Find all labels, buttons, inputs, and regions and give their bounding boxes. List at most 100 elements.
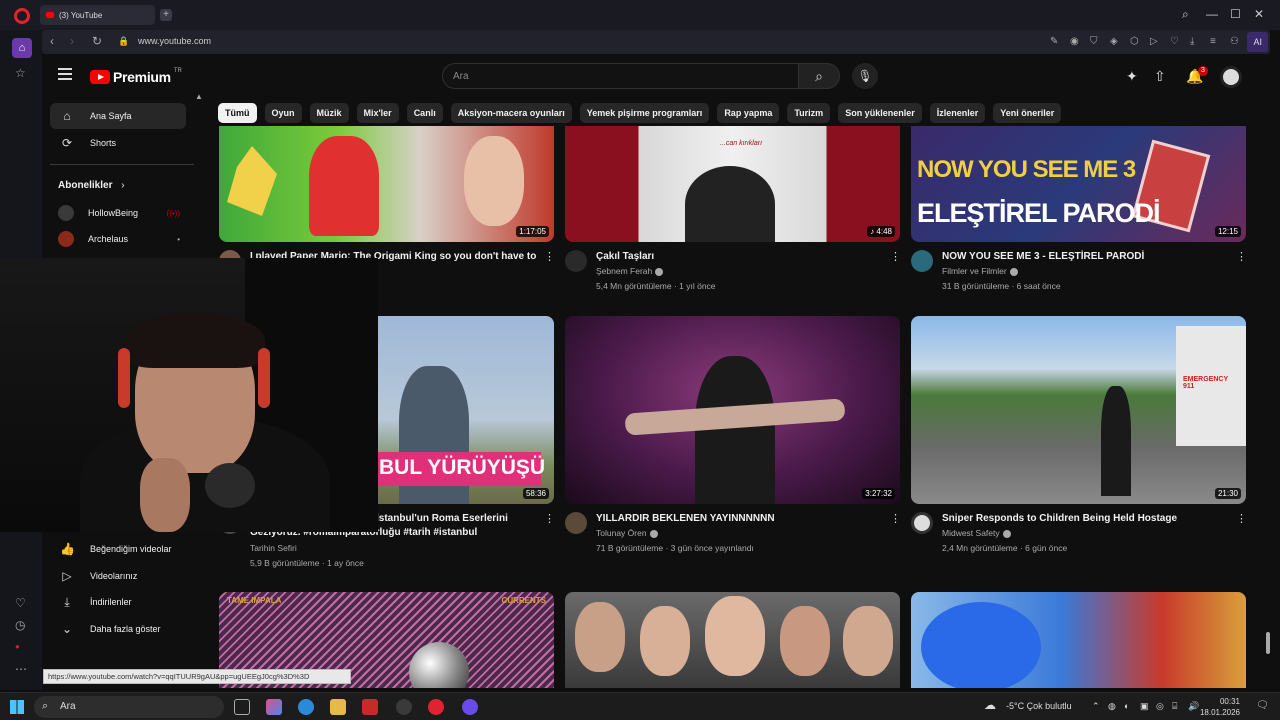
sidebar-scroll-up-icon[interactable]: ▲ — [195, 92, 203, 101]
star-icon[interactable]: ☆ — [15, 66, 26, 80]
video-thumbnail[interactable]: NOW YOU SEE ME 3 ELEŞTİREL PARODİ 12:15 — [911, 126, 1246, 242]
file-explorer-icon[interactable] — [330, 699, 346, 715]
sidebar-item-shorts[interactable]: ⟳ Shorts — [50, 130, 186, 156]
network-icon[interactable]: ⌸ — [1172, 701, 1177, 712]
record-icon[interactable]: ● — [15, 642, 20, 651]
discord-icon[interactable] — [462, 699, 478, 715]
task-view-icon[interactable] — [234, 699, 250, 715]
app-icon[interactable] — [396, 699, 412, 715]
chip[interactable]: Yemek pişirme programları — [579, 103, 710, 123]
channel-avatar[interactable] — [565, 512, 587, 534]
upload-icon[interactable]: ⇧ — [1154, 68, 1166, 85]
tray-app-icon[interactable]: ◐ — [1124, 701, 1129, 711]
chip-all[interactable]: Tümü — [218, 103, 257, 123]
weather-icon[interactable]: ☁ — [984, 698, 996, 712]
new-tab-button[interactable]: + — [160, 9, 172, 21]
chip[interactable]: Rap yapma — [717, 103, 780, 123]
windows-start-icon[interactable] — [10, 700, 24, 714]
chip[interactable]: Yeni öneriler — [993, 103, 1062, 123]
video-thumbnail[interactable] — [911, 592, 1246, 688]
forward-icon[interactable]: › — [70, 34, 74, 48]
channel-avatar[interactable] — [911, 250, 933, 272]
chip[interactable]: Canlı — [406, 103, 443, 123]
more-options-icon[interactable]: ⋮ — [1236, 512, 1247, 525]
video-title[interactable]: Çakıl Taşları — [596, 250, 876, 264]
video-title[interactable]: NOW YOU SEE ME 3 - ELEŞTİREL PARODİ — [942, 250, 1232, 264]
search-input[interactable]: Ara — [442, 63, 799, 89]
sidebar-item-downloads[interactable]: ⤓ İndirilenler — [50, 589, 186, 615]
search-button[interactable]: ⌕ — [798, 63, 840, 89]
video-thumbnail[interactable]: 3:27:32 — [565, 316, 900, 504]
sidebar-item-your-videos[interactable]: ▷ Videolarınız — [50, 563, 186, 589]
taskbar-search[interactable]: ⌕ Ara — [34, 696, 224, 718]
reload-icon[interactable]: ↻ — [92, 34, 102, 48]
channel-avatar[interactable] — [565, 250, 587, 272]
tray-app-icon[interactable]: ▣ — [1140, 701, 1149, 712]
chip[interactable]: Aksiyon-macera oyunları — [450, 103, 572, 123]
tab-youtube[interactable]: (3) YouTube — [40, 5, 155, 25]
clock[interactable]: 00:31 18.01.2026 — [1200, 696, 1240, 718]
tray-app-icon[interactable]: ◍ — [1108, 701, 1116, 712]
more-options-icon[interactable]: ⋮ — [890, 512, 901, 525]
video-thumbnail[interactable]: 1:17:05 — [219, 126, 554, 242]
voice-search-icon[interactable]: 🎙 — [852, 63, 878, 89]
home-icon[interactable]: ⌂ — [12, 38, 32, 58]
more-options-icon[interactable]: ⋮ — [1236, 250, 1247, 263]
volume-icon[interactable]: 🔊 — [1188, 701, 1199, 712]
chip[interactable]: Son yüklenenler — [838, 103, 922, 123]
chip[interactable]: Turizm — [787, 103, 831, 123]
account-avatar[interactable] — [1220, 66, 1242, 88]
video-title-line[interactable]: İstanbul'un Roma Eserlerini — [376, 512, 544, 526]
heart-icon[interactable]: ♡ — [15, 596, 26, 610]
back-icon[interactable]: ‹ — [50, 34, 54, 48]
sidebar-item-subscription[interactable]: HollowBeing ((•)) — [50, 200, 186, 226]
chip[interactable]: Mix'ler — [356, 103, 399, 123]
more-options-icon[interactable]: ⋮ — [890, 250, 901, 263]
channel-name[interactable]: Şebnem Ferah — [596, 266, 664, 276]
sidebar-item-show-more[interactable]: ⌄ Daha fazla göster — [50, 616, 186, 642]
video-thumbnail[interactable]: ...can kırıkları ♪ 4:48 — [565, 126, 900, 242]
tray-app-icon[interactable]: ◎ — [1156, 701, 1164, 712]
channel-name[interactable]: Midwest Safety — [942, 528, 1011, 538]
history-icon[interactable]: ◷ — [15, 618, 25, 632]
download-icon[interactable]: ⤓ — [1190, 36, 1194, 47]
url-field[interactable]: www.youtube.com — [138, 36, 211, 46]
subscriptions-heading[interactable]: Abonelikler › — [58, 180, 125, 191]
more-options-icon[interactable]: ⋮ — [544, 250, 555, 263]
maximize-button[interactable]: ☐ — [1230, 7, 1241, 21]
close-button[interactable]: ✕ — [1254, 7, 1264, 21]
copilot-icon[interactable] — [266, 699, 282, 715]
camera-icon[interactable]: ◉ — [1070, 36, 1079, 47]
search-tabs-icon[interactable]: ⌕ — [1182, 7, 1189, 22]
opera-icon[interactable] — [428, 699, 444, 715]
app-icon[interactable] — [362, 699, 378, 715]
shield-icon[interactable]: ⛉ — [1090, 36, 1098, 47]
profile-icon[interactable]: ⚇ — [1230, 36, 1239, 47]
hamburger-menu-icon[interactable] — [58, 68, 72, 80]
video-title[interactable]: YILLARDIR BEKLENEN YAYINNNNNN — [596, 512, 876, 526]
weather-text[interactable]: -5°C Çok bulutlu — [1006, 701, 1072, 711]
edit-icon[interactable]: ✎ — [1050, 36, 1058, 47]
channel-name[interactable]: Tarihin Sefiri — [250, 543, 297, 553]
bookmark-heart-icon[interactable]: ♡ — [1170, 36, 1179, 47]
chevron-up-icon[interactable]: ⌃ — [1092, 701, 1100, 712]
chip[interactable]: Müzik — [309, 103, 349, 123]
sidebar-item-subscription[interactable]: Archelaus • — [50, 226, 186, 252]
extension-icon[interactable]: ⬡ — [1130, 36, 1139, 47]
sidebar-item-home[interactable]: ⌂ Ana Sayfa — [50, 103, 186, 129]
channel-avatar[interactable] — [911, 512, 933, 534]
more-options-icon[interactable]: ⋮ — [544, 512, 555, 525]
chip[interactable]: İzlenenler — [929, 103, 986, 123]
video-thumbnail[interactable] — [565, 592, 900, 688]
create-icon[interactable]: ✦ — [1126, 68, 1138, 85]
more-icon[interactable]: ⋯ — [15, 662, 27, 676]
youtube-logo[interactable]: Premium TR — [90, 68, 182, 85]
video-title[interactable]: Sniper Responds to Children Being Held H… — [942, 512, 1232, 526]
minimize-button[interactable]: — — [1206, 7, 1218, 21]
video-thumbnail[interactable]: EMERGENCY 911 21:30 — [911, 316, 1246, 504]
channel-name[interactable]: Filmler ve Filmler — [942, 266, 1018, 276]
vpn-icon[interactable]: ◈ — [1110, 36, 1118, 47]
edge-icon[interactable] — [298, 699, 314, 715]
sidebar-item-liked[interactable]: 👍 Beğendiğim videolar — [50, 536, 186, 562]
channel-name[interactable]: Tolunay Ören — [596, 528, 658, 538]
